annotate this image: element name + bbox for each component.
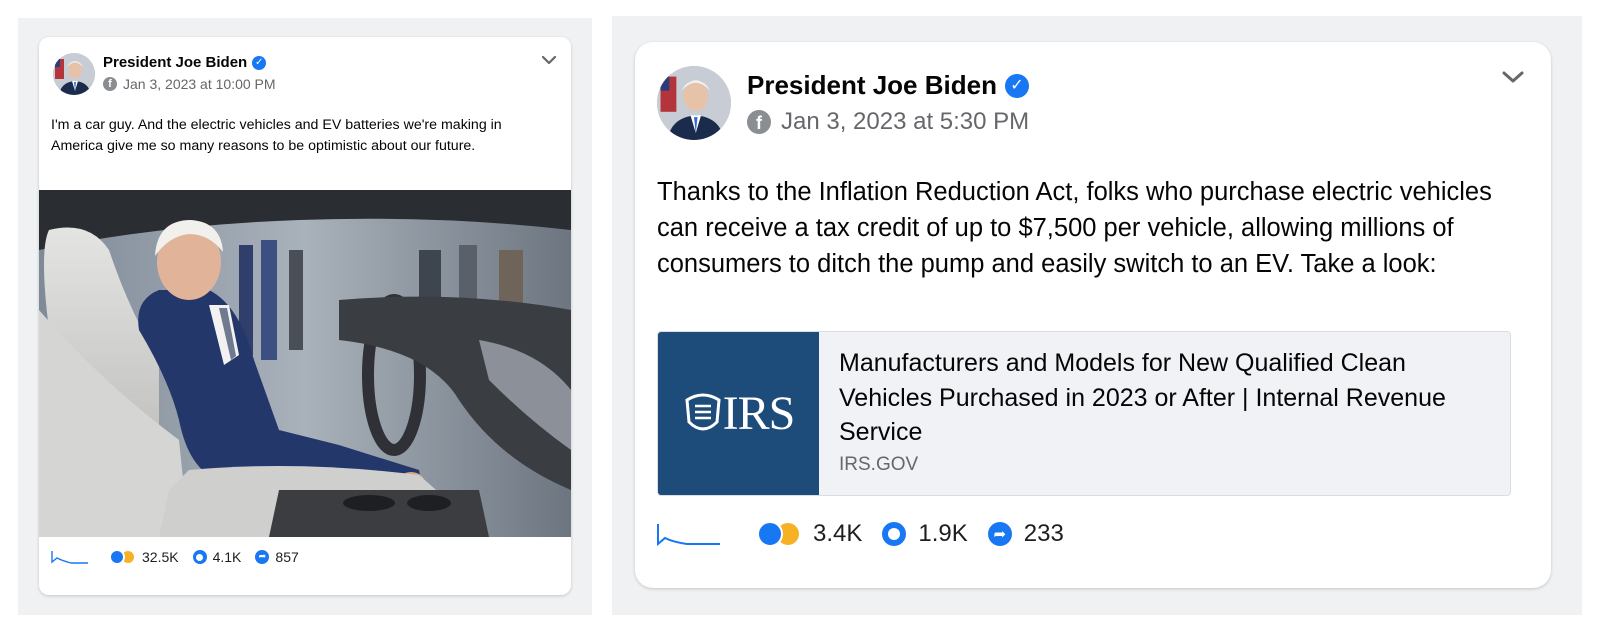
author-name[interactable]: President Joe Biden [103,54,247,71]
verified-badge-icon: ✓ [252,55,267,70]
share-icon [255,550,270,564]
post-stats-bar: 3.4K 1.9K 233 [657,520,1064,548]
comment-icon [192,550,207,564]
post-text: I'm a car guy. And the electric vehicles… [51,117,502,154]
like-reaction-icon [109,549,125,565]
post-meta: f Jan 3, 2023 at 10:00 PM [103,76,276,92]
post-meta: f Jan 3, 2023 at 5:30 PM [747,108,1029,136]
post-stats-bar: 32.5K 4.1K 857 [51,549,299,565]
left-screenshot-panel: President Joe Biden ✓ f Jan 3, 2023 at 1… [18,18,592,615]
irs-eagle-icon [685,393,721,430]
reaction-count[interactable]: 32.5K [142,549,179,565]
sparkline-icon [657,524,720,547]
facebook-icon: f [103,77,117,91]
author-name-row: President Joe Biden ✓ [103,54,267,71]
comment-count[interactable]: 1.9K [918,520,967,548]
irs-logo-text: IRS [722,387,796,440]
chevron-down-icon[interactable] [1501,70,1525,84]
like-reaction-icon [757,521,783,547]
post-photo[interactable] [39,190,571,537]
avatar[interactable] [657,66,731,140]
sparkline-icon [51,551,88,564]
link-preview-card[interactable]: IRS Manufacturers and Models for New Qua… [657,331,1511,496]
comment-count[interactable]: 4.1K [213,549,242,565]
share-icon [987,522,1012,546]
author-name-row: President Joe Biden ✓ [747,70,1029,101]
share-count[interactable]: 233 [1024,520,1064,548]
post-timestamp[interactable]: Jan 3, 2023 at 10:00 PM [123,76,276,92]
post-card: President Joe Biden ✓ f Jan 3, 2023 at 1… [39,37,571,595]
verified-badge-icon: ✓ [1004,73,1029,98]
reactions-icons[interactable] [109,549,136,565]
facebook-icon: f [747,110,771,134]
post-text: Thanks to the Inflation Reduction Act, f… [657,178,1492,278]
author-name[interactable]: President Joe Biden [747,70,997,101]
post-card: President Joe Biden ✓ f Jan 3, 2023 at 5… [635,42,1551,588]
irs-logo: IRS [658,332,819,495]
reactions-icons[interactable] [757,521,801,547]
post-timestamp[interactable]: Jan 3, 2023 at 5:30 PM [781,108,1029,136]
share-count[interactable]: 857 [275,549,298,565]
chevron-down-icon[interactable] [541,55,557,65]
reaction-count[interactable]: 3.4K [813,520,862,548]
comment-icon [882,522,907,546]
right-screenshot-panel: President Joe Biden ✓ f Jan 3, 2023 at 5… [612,16,1582,615]
avatar[interactable] [53,53,95,95]
link-domain: IRS.GOV [839,454,919,475]
link-title[interactable]: Manufacturers and Models for New Qualifi… [839,346,1499,450]
